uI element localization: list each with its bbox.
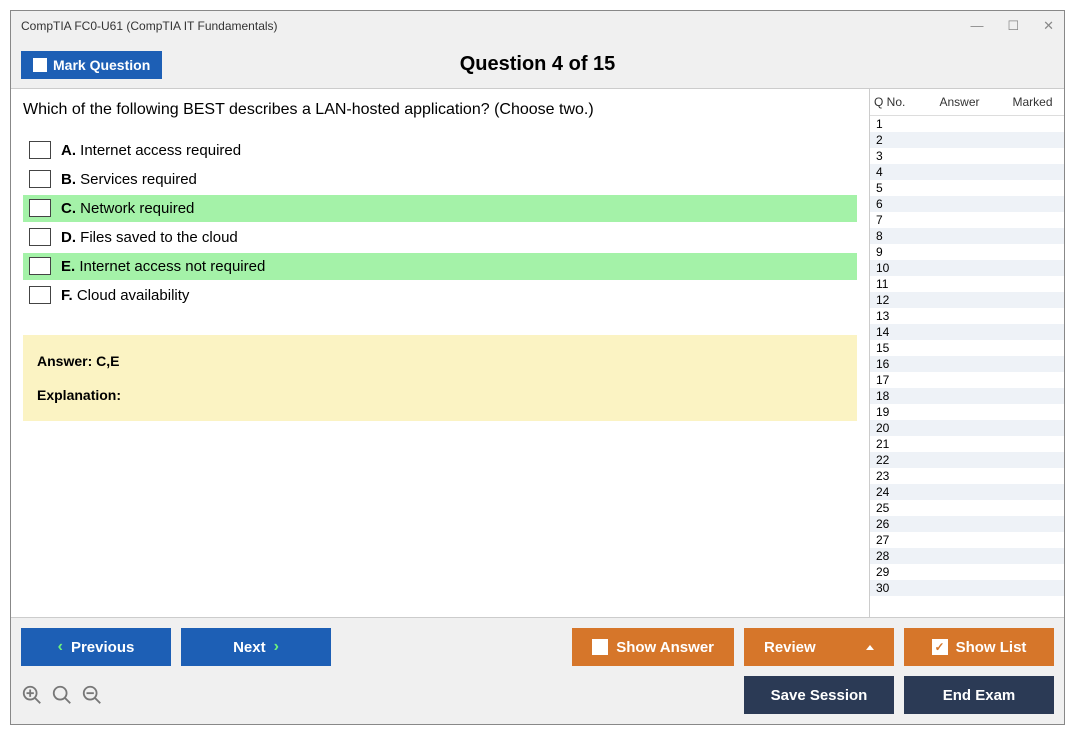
question-list-row[interactable]: 7 bbox=[870, 212, 1064, 228]
end-exam-button[interactable]: End Exam bbox=[904, 676, 1054, 714]
option-label: D. Files saved to the cloud bbox=[61, 229, 238, 246]
question-list-row[interactable]: 1 bbox=[870, 116, 1064, 132]
app-window: CompTIA FC0-U61 (CompTIA IT Fundamentals… bbox=[10, 10, 1065, 725]
answer-box: Answer: C,E Explanation: bbox=[23, 335, 857, 421]
question-list-row[interactable]: 18 bbox=[870, 388, 1064, 404]
mark-question-label: Mark Question bbox=[53, 57, 150, 73]
option-label: E. Internet access not required bbox=[61, 258, 265, 275]
option-checkbox[interactable] bbox=[29, 170, 51, 188]
question-list-row[interactable]: 12 bbox=[870, 292, 1064, 308]
maximize-icon[interactable]: ☐ bbox=[1007, 18, 1019, 34]
option-label: B. Services required bbox=[61, 171, 197, 188]
question-list-row[interactable]: 29 bbox=[870, 564, 1064, 580]
mark-question-button[interactable]: Mark Question bbox=[21, 51, 162, 79]
question-list-row[interactable]: 21 bbox=[870, 436, 1064, 452]
window-title: CompTIA FC0-U61 (CompTIA IT Fundamentals… bbox=[21, 19, 278, 33]
question-list-row[interactable]: 16 bbox=[870, 356, 1064, 372]
option-checkbox[interactable] bbox=[29, 141, 51, 159]
question-list-row[interactable]: 11 bbox=[870, 276, 1064, 292]
col-marked: Marked bbox=[1005, 95, 1060, 109]
question-list-row[interactable]: 14 bbox=[870, 324, 1064, 340]
question-list-row[interactable]: 2 bbox=[870, 132, 1064, 148]
col-qno: Q No. bbox=[874, 95, 914, 109]
option-label: C. Network required bbox=[61, 200, 194, 217]
footer: ‹ Previous Next › ✓ Show Answer Review ✓… bbox=[11, 617, 1064, 724]
option-checkbox[interactable] bbox=[29, 228, 51, 246]
checkbox-checked-icon: ✓ bbox=[932, 639, 948, 655]
explanation-label: Explanation: bbox=[37, 387, 843, 403]
question-list-row[interactable]: 20 bbox=[870, 420, 1064, 436]
previous-button[interactable]: ‹ Previous bbox=[21, 628, 171, 666]
question-list-row[interactable]: 4 bbox=[870, 164, 1064, 180]
question-list-row[interactable]: 6 bbox=[870, 196, 1064, 212]
question-list-row[interactable]: 10 bbox=[870, 260, 1064, 276]
option-label: F. Cloud availability bbox=[61, 287, 189, 304]
question-list-row[interactable]: 28 bbox=[870, 548, 1064, 564]
chevron-left-icon: ‹ bbox=[58, 638, 63, 656]
zoom-reset-icon[interactable] bbox=[51, 684, 73, 706]
option-row[interactable]: B. Services required bbox=[23, 166, 857, 193]
titlebar: CompTIA FC0-U61 (CompTIA IT Fundamentals… bbox=[11, 11, 1064, 41]
question-list-row[interactable]: 3 bbox=[870, 148, 1064, 164]
options-list: A. Internet access required B. Services r… bbox=[23, 137, 857, 309]
question-list-row[interactable]: 24 bbox=[870, 484, 1064, 500]
option-checkbox[interactable] bbox=[29, 199, 51, 217]
triangle-up-icon bbox=[866, 645, 874, 650]
col-answer: Answer bbox=[914, 95, 1005, 109]
question-list-row[interactable]: 19 bbox=[870, 404, 1064, 420]
show-list-button[interactable]: ✓ Show List bbox=[904, 628, 1054, 666]
question-text: Which of the following BEST describes a … bbox=[23, 101, 857, 119]
question-list-panel: Q No. Answer Marked 12345678910111213141… bbox=[869, 89, 1064, 617]
question-list-row[interactable]: 23 bbox=[870, 468, 1064, 484]
option-checkbox[interactable] bbox=[29, 257, 51, 275]
question-list-row[interactable]: 9 bbox=[870, 244, 1064, 260]
show-answer-button[interactable]: ✓ Show Answer bbox=[572, 628, 734, 666]
option-row[interactable]: C. Network required bbox=[23, 195, 857, 222]
question-list-row[interactable]: 15 bbox=[870, 340, 1064, 356]
question-list-row[interactable]: 13 bbox=[870, 308, 1064, 324]
question-list-row[interactable]: 5 bbox=[870, 180, 1064, 196]
option-row[interactable]: F. Cloud availability bbox=[23, 282, 857, 309]
minimize-icon[interactable]: — bbox=[970, 18, 983, 34]
question-list-row[interactable]: 26 bbox=[870, 516, 1064, 532]
option-row[interactable]: E. Internet access not required bbox=[23, 253, 857, 280]
question-panel: Which of the following BEST describes a … bbox=[11, 89, 869, 617]
checkbox-icon: ✓ bbox=[592, 639, 608, 655]
option-row[interactable]: A. Internet access required bbox=[23, 137, 857, 164]
zoom-controls bbox=[21, 684, 103, 706]
option-checkbox[interactable] bbox=[29, 286, 51, 304]
mark-checkbox-icon bbox=[33, 58, 47, 72]
question-list-row[interactable]: 8 bbox=[870, 228, 1064, 244]
question-counter: Question 4 of 15 bbox=[460, 53, 616, 76]
option-label: A. Internet access required bbox=[61, 142, 241, 159]
save-session-button[interactable]: Save Session bbox=[744, 676, 894, 714]
question-list-row[interactable]: 25 bbox=[870, 500, 1064, 516]
zoom-out-icon[interactable] bbox=[81, 684, 103, 706]
next-button[interactable]: Next › bbox=[181, 628, 331, 666]
question-list-row[interactable]: 27 bbox=[870, 532, 1064, 548]
question-list-row[interactable]: 30 bbox=[870, 580, 1064, 596]
zoom-in-icon[interactable] bbox=[21, 684, 43, 706]
close-icon[interactable]: ✕ bbox=[1043, 18, 1054, 34]
question-list-row[interactable]: 17 bbox=[870, 372, 1064, 388]
question-list-header: Q No. Answer Marked bbox=[870, 89, 1064, 115]
review-button[interactable]: Review bbox=[744, 628, 894, 666]
answer-label: Answer: C,E bbox=[37, 353, 843, 369]
chevron-right-icon: › bbox=[274, 638, 279, 656]
header-bar: Mark Question Question 4 of 15 bbox=[11, 41, 1064, 89]
question-list-body[interactable]: 1234567891011121314151617181920212223242… bbox=[870, 115, 1064, 617]
option-row[interactable]: D. Files saved to the cloud bbox=[23, 224, 857, 251]
question-list-row[interactable]: 22 bbox=[870, 452, 1064, 468]
